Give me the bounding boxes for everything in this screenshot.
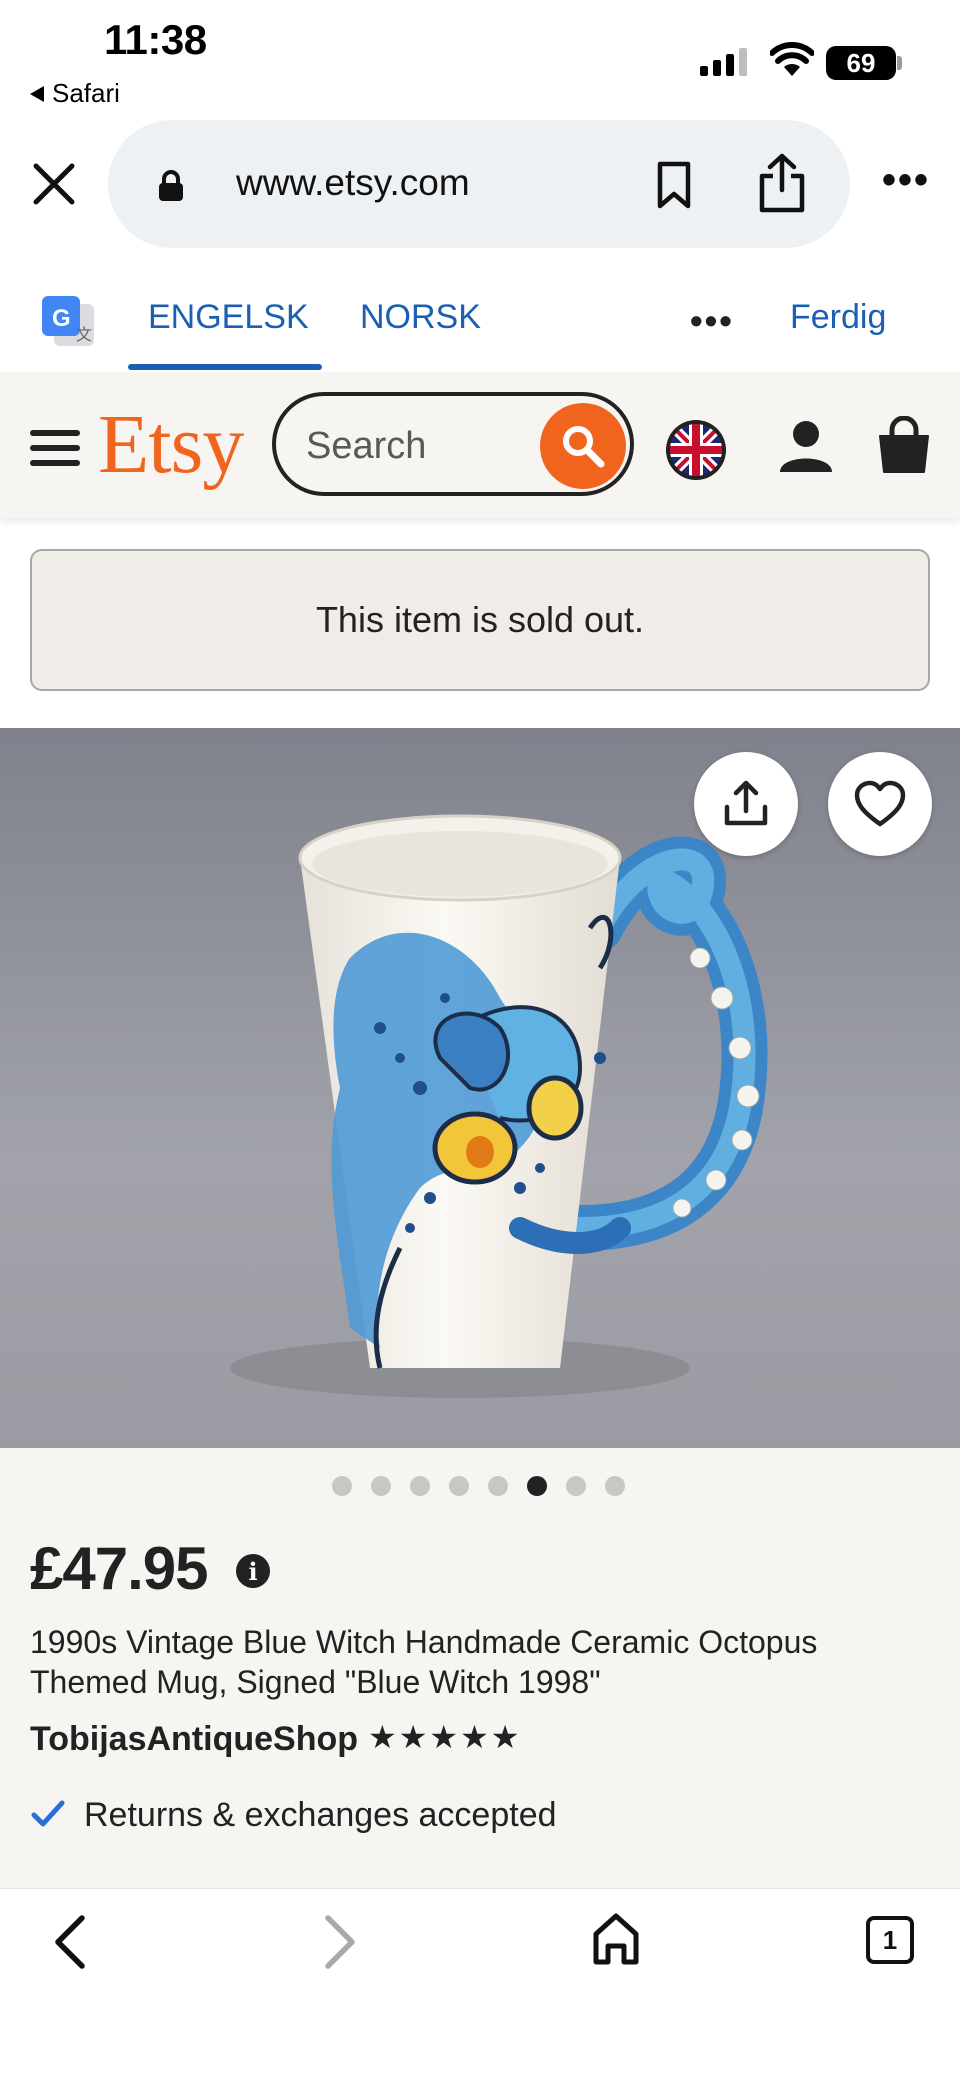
listing-title-line2: Themed Mug, Signed "Blue Witch 1998"	[30, 1664, 601, 1700]
back-app-label: Safari	[52, 78, 120, 108]
product-image[interactable]	[0, 728, 960, 1448]
forward-arrow-icon[interactable]	[320, 1912, 360, 1972]
home-icon[interactable]	[590, 1910, 642, 1966]
listing-title-line1: 1990s Vintage Blue Witch Handmade Cerami…	[30, 1624, 818, 1660]
gallery-dot[interactable]	[410, 1476, 430, 1496]
wifi-icon	[770, 42, 814, 76]
gallery-dots[interactable]	[332, 1476, 625, 1496]
bookmark-icon[interactable]	[654, 160, 694, 210]
heart-icon	[854, 780, 906, 827]
share-listing-button[interactable]	[694, 752, 798, 856]
gallery-dot[interactable]	[371, 1476, 391, 1496]
address-bar[interactable]	[108, 120, 850, 248]
favorite-button[interactable]	[828, 752, 932, 856]
google-translate-icon[interactable]: G 文	[40, 294, 96, 350]
back-to-app[interactable]: Safari	[30, 78, 120, 109]
url-text[interactable]: www.etsy.com	[236, 162, 470, 204]
price: £47.95	[30, 1535, 209, 1602]
share-icon	[724, 780, 768, 826]
etsy-logo[interactable]: Etsy	[98, 396, 244, 493]
back-arrow-icon[interactable]	[50, 1912, 90, 1972]
shop-name-link[interactable]: TobijasAntiqueShop	[30, 1720, 358, 1759]
gallery-dot[interactable]	[332, 1476, 352, 1496]
returns-policy: Returns & exchanges accepted	[84, 1796, 557, 1834]
translate-more-icon[interactable]: •••	[690, 300, 734, 342]
menu-icon[interactable]	[30, 430, 80, 475]
more-options-icon[interactable]: •••	[882, 160, 930, 200]
check-icon	[31, 1800, 65, 1827]
svg-text:文: 文	[76, 325, 92, 344]
octopus-mug-image	[0, 728, 960, 1448]
close-icon[interactable]	[30, 160, 78, 208]
search-icon	[563, 426, 605, 468]
price-info-icon[interactable]: i	[236, 1554, 270, 1588]
gallery-dot[interactable]	[449, 1476, 469, 1496]
lock-icon	[159, 170, 183, 201]
search-button[interactable]	[540, 403, 626, 489]
gallery-dot[interactable]	[488, 1476, 508, 1496]
cart-icon[interactable]	[876, 416, 932, 476]
browser-toolbar	[0, 1888, 960, 2079]
tab-norsk[interactable]: NORSK	[360, 298, 481, 337]
share-icon[interactable]	[756, 152, 808, 214]
back-triangle-icon	[30, 85, 44, 102]
battery-icon: 69	[826, 46, 896, 80]
gallery-dot[interactable]	[527, 1476, 547, 1496]
account-icon[interactable]	[778, 418, 834, 474]
gallery-dot[interactable]	[605, 1476, 625, 1496]
active-tab-indicator	[128, 364, 322, 370]
status-time: 11:38	[104, 16, 207, 63]
sold-out-notice: This item is sold out.	[30, 549, 930, 691]
search-input[interactable]	[306, 420, 536, 472]
battery-tip	[897, 56, 902, 70]
uk-flag-icon[interactable]	[666, 420, 726, 480]
svg-text:G: G	[52, 305, 71, 332]
tab-engelsk[interactable]: ENGELSK	[148, 298, 309, 337]
translate-done-button[interactable]: Ferdig	[790, 298, 886, 337]
tabs-button[interactable]: 1	[866, 1916, 914, 1964]
gallery-dot[interactable]	[566, 1476, 586, 1496]
cellular-signal-icon	[700, 48, 747, 76]
shop-rating-stars[interactable]: ★★★★★	[368, 1718, 521, 1756]
